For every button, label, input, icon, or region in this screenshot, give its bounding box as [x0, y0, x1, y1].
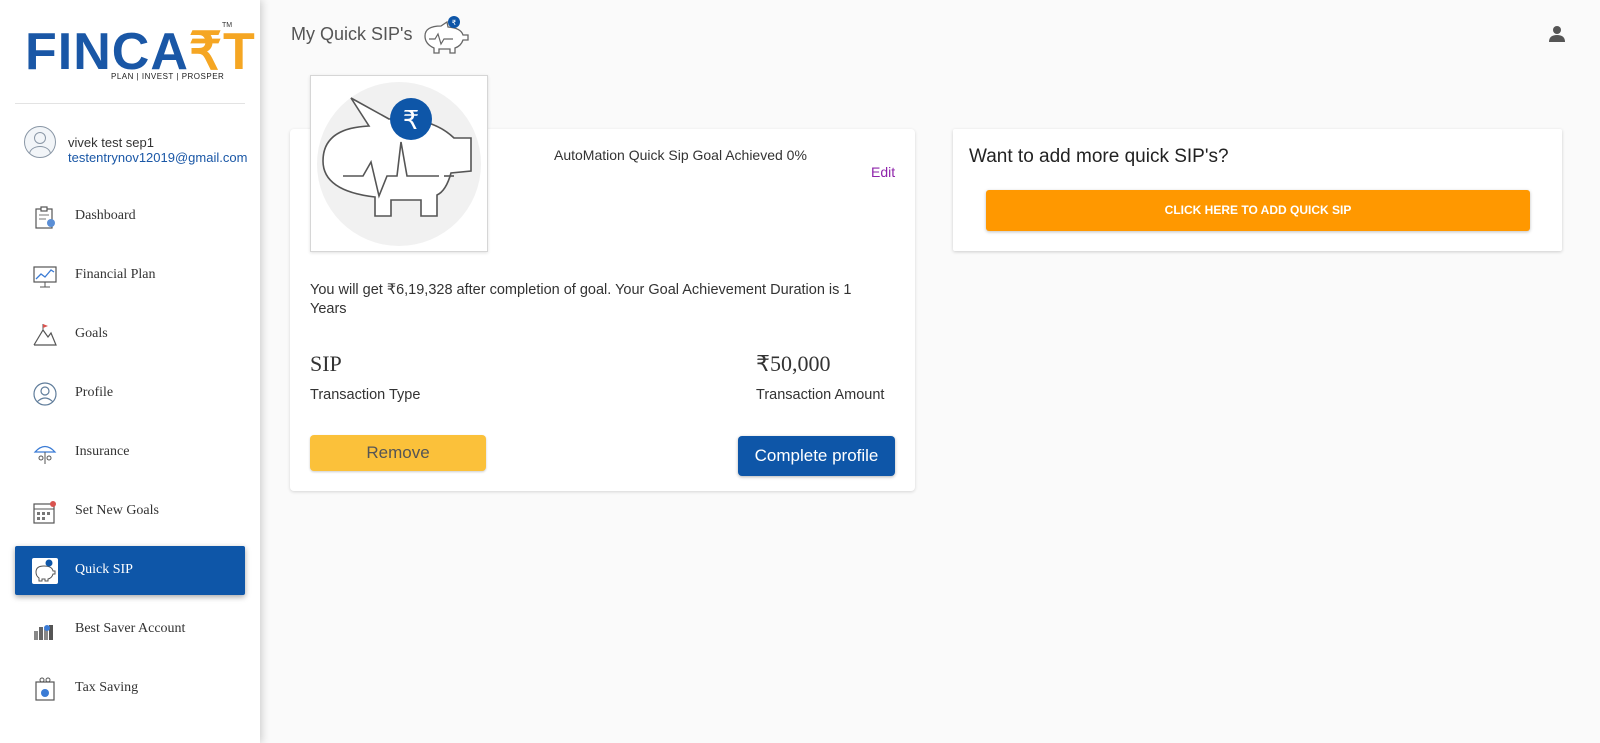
sidebar-item-tax-saving[interactable]: Tax Saving: [15, 664, 245, 713]
page-title: My Quick SIP's: [291, 24, 413, 44]
sidebar-item-insurance[interactable]: Insurance: [15, 428, 245, 477]
transaction-amount-label: Transaction Amount: [756, 387, 885, 403]
sidebar-item-label: Profile: [75, 385, 114, 400]
sidebar: FINCA₹T TM PLAN | INVEST | PROSPER vivek…: [0, 0, 260, 743]
goal-title: AutoMation Quick Sip Goal Achieved 0%: [554, 147, 807, 163]
sidebar-item-goals[interactable]: Goals: [15, 310, 245, 359]
sidebar-item-label: Set New Goals: [75, 503, 159, 518]
calendar-icon: [33, 501, 56, 524]
add-quick-sip-button[interactable]: CLICK HERE TO ADD QUICK SIP: [986, 190, 1530, 231]
transaction-type-label: Transaction Type: [310, 387, 421, 403]
sidebar-item-quick-sip[interactable]: Quick SIP: [15, 546, 245, 595]
piggy-bank-icon: [32, 558, 58, 584]
sidebar-item-set-new-goals[interactable]: Set New Goals: [15, 487, 245, 536]
logo-trademark: TM: [222, 22, 233, 29]
user-email: testentrynov12019@gmail.com: [68, 150, 248, 165]
user-name: vivek test sep1: [68, 135, 154, 150]
sidebar-item-label: Quick SIP: [75, 562, 133, 577]
sidebar-item-label: Dashboard: [75, 208, 136, 223]
goal-description: You will get ₹6,19,328 after completion …: [310, 282, 852, 317]
mountain-flag-icon: [33, 324, 57, 346]
sidebar-item-label: Financial Plan: [75, 267, 156, 282]
sidebar-item-label: Insurance: [75, 444, 130, 459]
profile-icon: [33, 382, 57, 406]
sidebar-item-label: Goals: [75, 326, 108, 341]
edit-link[interactable]: Edit: [871, 164, 895, 180]
svg-text:₹: ₹: [403, 106, 420, 136]
sidebar-item-best-saver-account[interactable]: Best Saver Account: [15, 605, 245, 654]
fincart-logo[interactable]: FINCA₹T TM PLAN | INVEST | PROSPER: [25, 22, 255, 88]
svg-text:₹: ₹: [452, 19, 457, 27]
sidebar-item-profile[interactable]: Profile: [15, 369, 245, 418]
transaction-type-value: SIP: [310, 351, 342, 376]
tax-icon: [35, 677, 55, 701]
avatar: [24, 126, 56, 158]
add-quick-sip-title: Want to add more quick SIP's?: [969, 146, 1229, 167]
chart-icon: [33, 266, 57, 288]
logo-tagline: PLAN | INVEST | PROSPER: [111, 72, 225, 81]
sidebar-item-label: Tax Saving: [75, 680, 139, 695]
piggy-bank-icon: ₹: [317, 82, 481, 246]
city-icon: [34, 625, 53, 640]
sidebar-divider: [15, 103, 245, 104]
transaction-amount-value: ₹50,000: [756, 351, 831, 376]
sidebar-item-dashboard[interactable]: Dashboard: [15, 192, 245, 241]
goal-image: ₹: [310, 75, 488, 252]
umbrella-icon: [33, 445, 57, 464]
piggy-bank-icon: ₹: [424, 16, 469, 54]
sidebar-item-label: Best Saver Account: [75, 621, 186, 636]
complete-profile-button[interactable]: Complete profile: [738, 436, 895, 476]
sidebar-item-financial-plan[interactable]: Financial Plan: [15, 251, 245, 300]
remove-button[interactable]: Remove: [310, 435, 486, 471]
dashboard-icon: [35, 206, 55, 229]
account-icon[interactable]: [1548, 25, 1566, 43]
